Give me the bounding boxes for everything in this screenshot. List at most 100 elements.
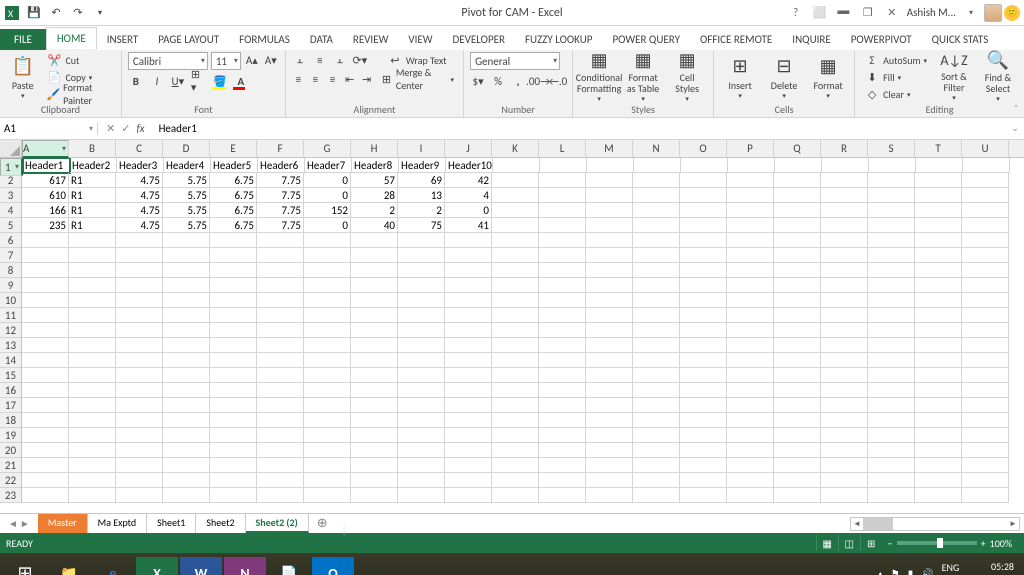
excel-taskbar-icon[interactable]: X	[136, 557, 178, 575]
start-button[interactable]: ⊞	[4, 557, 46, 575]
cell[interactable]	[304, 458, 351, 473]
cell[interactable]	[915, 248, 962, 263]
sheet-tab[interactable]: Sheet2 (2)	[246, 514, 309, 533]
cell[interactable]	[69, 488, 116, 503]
format-painter-button[interactable]: 🖌️Format Painter	[43, 86, 114, 102]
cell[interactable]	[304, 398, 351, 413]
cell[interactable]	[116, 428, 163, 443]
cell[interactable]	[304, 413, 351, 428]
cell[interactable]	[22, 293, 69, 308]
cell[interactable]	[69, 473, 116, 488]
redo-icon[interactable]: ↷	[68, 3, 88, 23]
cell[interactable]	[304, 428, 351, 443]
cell[interactable]	[868, 428, 915, 443]
cell[interactable]: Header6	[258, 158, 305, 173]
cell[interactable]	[69, 443, 116, 458]
cell[interactable]	[962, 263, 1009, 278]
comma-format-icon[interactable]: ,	[510, 73, 526, 89]
cell[interactable]: 4.75	[116, 188, 163, 203]
select-all-button[interactable]	[0, 140, 22, 157]
cell[interactable]	[163, 488, 210, 503]
cell[interactable]	[257, 473, 304, 488]
cell[interactable]	[69, 413, 116, 428]
cell[interactable]	[586, 368, 633, 383]
cell[interactable]	[586, 353, 633, 368]
cell[interactable]	[22, 443, 69, 458]
cell[interactable]	[821, 473, 868, 488]
cell[interactable]	[727, 263, 774, 278]
cell[interactable]	[868, 293, 915, 308]
row-header[interactable]: 3	[0, 188, 22, 203]
cell[interactable]	[680, 428, 727, 443]
cell[interactable]	[916, 158, 963, 173]
cell[interactable]	[257, 293, 304, 308]
sheet-tab[interactable]: Master	[38, 514, 88, 533]
cell[interactable]: Header10	[446, 158, 493, 173]
row-header[interactable]: 11	[0, 308, 22, 323]
cell[interactable]	[868, 173, 915, 188]
cell[interactable]	[634, 158, 681, 173]
cell[interactable]	[633, 308, 680, 323]
cell[interactable]	[69, 383, 116, 398]
cell[interactable]	[633, 428, 680, 443]
decrease-decimal-icon[interactable]: ←.0	[550, 73, 566, 89]
cell[interactable]	[210, 488, 257, 503]
cell[interactable]	[774, 473, 821, 488]
cell[interactable]	[868, 248, 915, 263]
cell[interactable]	[915, 263, 962, 278]
column-header[interactable]: G	[304, 140, 351, 157]
cell[interactable]	[633, 458, 680, 473]
fill-color-button[interactable]: 🪣	[212, 73, 228, 89]
column-header[interactable]: E	[210, 140, 257, 157]
column-header[interactable]: K	[492, 140, 539, 157]
cell[interactable]	[22, 428, 69, 443]
cell[interactable]	[962, 458, 1009, 473]
cell[interactable]	[774, 173, 821, 188]
column-header[interactable]: J	[445, 140, 492, 157]
undo-icon[interactable]: ↶	[46, 3, 66, 23]
cell[interactable]	[116, 443, 163, 458]
cell[interactable]	[680, 293, 727, 308]
cell[interactable]	[539, 488, 586, 503]
cell[interactable]	[915, 323, 962, 338]
cell[interactable]	[304, 383, 351, 398]
cell[interactable]	[727, 473, 774, 488]
cell[interactable]	[116, 233, 163, 248]
cell[interactable]	[539, 458, 586, 473]
cell[interactable]	[257, 308, 304, 323]
cell[interactable]	[445, 398, 492, 413]
cell[interactable]	[821, 488, 868, 503]
cell[interactable]	[210, 383, 257, 398]
cell[interactable]	[727, 383, 774, 398]
cell[interactable]	[492, 488, 539, 503]
row-header[interactable]: 9	[0, 278, 22, 293]
cell[interactable]	[821, 203, 868, 218]
cell[interactable]	[633, 203, 680, 218]
cell[interactable]	[398, 233, 445, 248]
column-header[interactable]: T	[915, 140, 962, 157]
cell[interactable]	[915, 488, 962, 503]
save-icon[interactable]: 💾	[24, 3, 44, 23]
sheet-tab[interactable]: Sheet1	[147, 514, 196, 533]
cell[interactable]	[727, 458, 774, 473]
cell[interactable]	[210, 278, 257, 293]
ribbon-tab-fuzzy-lookup[interactable]: Fuzzy Lookup	[515, 29, 602, 50]
cell[interactable]: Header4	[164, 158, 211, 173]
cell[interactable]	[915, 443, 962, 458]
ribbon-tab-powerpivot[interactable]: POWERPIVOT	[841, 29, 922, 50]
cell[interactable]	[257, 338, 304, 353]
cell[interactable]	[351, 443, 398, 458]
cell[interactable]	[492, 353, 539, 368]
cell[interactable]	[445, 458, 492, 473]
cell[interactable]	[774, 293, 821, 308]
row-header[interactable]: 22	[0, 473, 22, 488]
cell[interactable]	[633, 488, 680, 503]
cell[interactable]	[351, 383, 398, 398]
cell[interactable]	[633, 233, 680, 248]
cell[interactable]	[257, 413, 304, 428]
cell[interactable]	[727, 308, 774, 323]
cell[interactable]	[821, 278, 868, 293]
cell[interactable]	[539, 188, 586, 203]
cell[interactable]	[539, 218, 586, 233]
row-header[interactable]: 10	[0, 293, 22, 308]
